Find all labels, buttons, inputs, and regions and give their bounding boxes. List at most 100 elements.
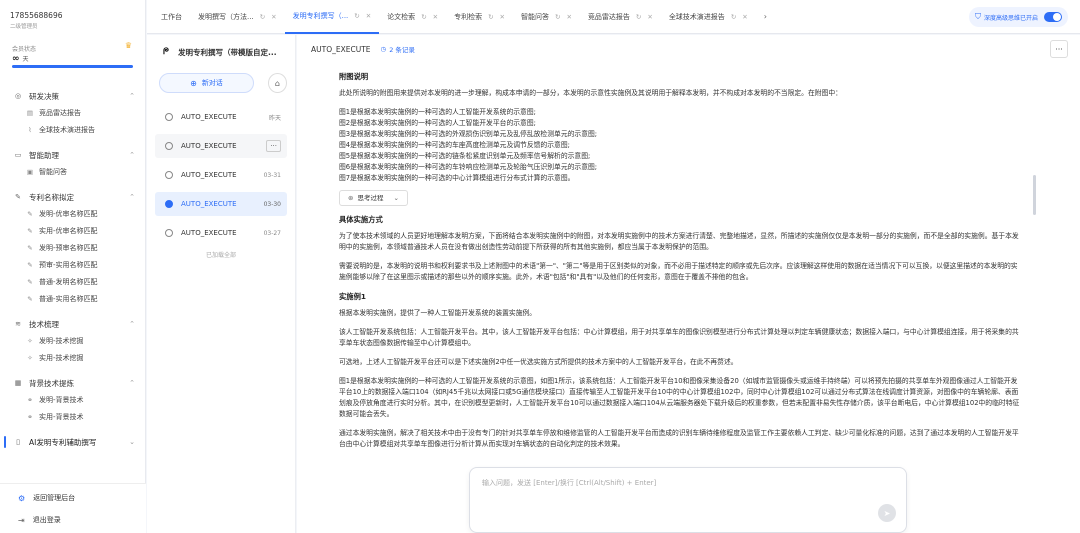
logout-icon: ⇥: [18, 515, 25, 525]
conversation-name: AUTO_EXECUTE: [181, 229, 237, 237]
nav-group-rd-decision[interactable]: ◎ 研发决策 ⌃: [0, 88, 145, 104]
sidebar-item-label: 发明-预审名称匹配: [39, 244, 98, 252]
nav-group-background[interactable]: ▦ 背景技术提炼 ⌃: [0, 375, 145, 391]
sidebar-item-label: 实用-优审名称匹配: [39, 227, 98, 235]
more-options-button[interactable]: ···: [1050, 40, 1068, 58]
tab-patent-search[interactable]: 专利检索 ↻ ✕: [446, 0, 513, 34]
conversation-name: AUTO_EXECUTE: [181, 200, 237, 208]
conversation-panel-title: 发明专利撰写（带模版自定...: [178, 47, 277, 57]
close-icon[interactable]: ✕: [366, 12, 371, 20]
doc-icon: ▤: [26, 109, 34, 117]
refresh-icon[interactable]: ↻: [421, 13, 426, 21]
close-icon[interactable]: ✕: [566, 13, 571, 21]
sidebar-item-tech-mining-invention[interactable]: ✧ 发明-技术挖掘: [0, 333, 145, 349]
sidebar-footer: ⚙ 返回管理后台 ⇥ 退出登录: [0, 483, 146, 533]
chat-input-placeholder[interactable]: 输入问题，发送 [Enter]/换行 [Ctrl(Alt/Shift) + En…: [482, 478, 656, 488]
conversation-item[interactable]: AUTO_EXECUTE 昨天: [155, 105, 287, 129]
conversation-name: AUTO_EXECUTE: [181, 142, 237, 150]
member-days-unit: 天: [22, 56, 29, 63]
close-icon[interactable]: ✕: [647, 13, 652, 21]
chevron-up-icon: ⌃: [129, 320, 135, 328]
member-progress-bar: [12, 65, 133, 68]
sidebar-item-naming-5[interactable]: ✎ 普通-发明名称匹配: [0, 274, 145, 290]
refresh-icon[interactable]: ↻: [488, 13, 493, 21]
sparkle-icon: ✧: [27, 354, 33, 362]
back-to-admin-label: 返回管理后台: [33, 494, 76, 502]
thinking-process-toggle[interactable]: ⊛ 思考过程 ⌄: [339, 190, 408, 206]
back-to-admin-button[interactable]: ⚙ 返回管理后台: [0, 488, 146, 508]
close-icon[interactable]: ✕: [500, 13, 505, 21]
refresh-icon[interactable]: ↻: [260, 13, 265, 21]
refresh-icon[interactable]: ↻: [636, 13, 641, 21]
brand-logo-icon: ᖘ: [163, 47, 169, 57]
chevron-right-icon[interactable]: ›: [756, 12, 775, 21]
sidebar-item-naming-6[interactable]: ✎ 普通-实用名称匹配: [0, 291, 145, 307]
chat-icon: ▭: [14, 151, 22, 159]
user-phone: 17855688696: [10, 11, 63, 20]
close-icon[interactable]: ✕: [433, 13, 438, 21]
logout-button[interactable]: ⇥ 退出登录: [0, 510, 146, 530]
tab-smart-qa[interactable]: 智能问答 ↻ ✕: [513, 0, 580, 34]
close-icon[interactable]: ✕: [742, 13, 747, 21]
sidebar-item-bg-invention[interactable]: ⚭ 发明-背景技术: [0, 392, 145, 408]
home-icon: ⌂: [274, 78, 280, 88]
nav-group-assistant[interactable]: ▭ 智能助理 ⌃: [0, 147, 145, 163]
conversation-item[interactable]: AUTO_EXECUTE 03-31: [155, 163, 287, 187]
tab-workbench[interactable]: 工作台: [147, 0, 190, 34]
shield-icon: ⛉: [974, 12, 981, 21]
toggle-switch[interactable]: [1044, 12, 1062, 22]
record-count-badge[interactable]: ◷ 2 条记录: [381, 44, 415, 54]
nav-group-tech-mining[interactable]: ≋ 技术梳理 ⌃: [0, 316, 145, 332]
tab-label: 论文检索: [387, 12, 416, 21]
section-heading: 实施例1: [339, 292, 366, 301]
tab-competitor-radar[interactable]: 竞品雷达报告 ↻ ✕: [580, 0, 661, 34]
tab-label: 工作台: [161, 12, 182, 21]
sidebar-item-bg-utility[interactable]: ⚭ 实用-背景技术: [0, 409, 145, 425]
gear-icon: ⚙: [18, 493, 26, 503]
new-chat-label: 新对话: [201, 79, 223, 87]
member-status: 会员状态 ♛ ∞ 天: [8, 40, 137, 68]
pen-icon: ✎: [15, 193, 21, 201]
sidebar-item-tech-mining-utility[interactable]: ✧ 实用-技术挖掘: [0, 350, 145, 366]
sidebar-item-global-tech[interactable]: ⌇ 全球技术演进报告: [0, 122, 145, 138]
clock-icon: ◷: [380, 45, 387, 53]
sparkle-icon: ✧: [27, 337, 33, 345]
sidebar-item-naming-1[interactable]: ✎ 发明-优审名称匹配: [0, 206, 145, 222]
close-icon[interactable]: ✕: [271, 13, 276, 21]
tab-paper-search[interactable]: 论文检索 ↻ ✕: [379, 0, 446, 34]
crown-icon: ♛: [124, 41, 132, 50]
deep-thinking-toggle[interactable]: ⛉ 深度高级思维已开启: [968, 7, 1068, 27]
sidebar-item-smart-qa[interactable]: ▣ 智能问答: [0, 164, 145, 180]
paragraph: 可选地，上述人工智能开发平台还可以是下述实施例2中任一优选实施方式所提供的技术方…: [339, 358, 738, 366]
sidebar-item-label: 发明-技术挖掘: [39, 337, 84, 345]
conversation-item-selected[interactable]: AUTO_EXECUTE 03-30: [155, 192, 287, 216]
nav-group-ai-writing[interactable]: ▯ AI发明专利辅助撰写 ⌄: [0, 434, 145, 450]
send-button[interactable]: ➤: [878, 504, 896, 522]
tab-invention-patent-writing[interactable]: 发明专利撰写（... ↻ ✕: [284, 0, 380, 34]
sidebar-item-naming-3[interactable]: ✎ 发明-预审名称匹配: [0, 240, 145, 256]
conversation-item[interactable]: AUTO_EXECUTE ···: [155, 134, 287, 158]
sidebar: 17855688696 二级管理员 会员状态 ♛ ∞ 天 ◎ 研发决策 ⌃ ▤ 竞品…: [0, 0, 146, 533]
conversation-item[interactable]: AUTO_EXECUTE 03-27: [155, 221, 287, 245]
scrollbar[interactable]: [1033, 175, 1036, 215]
sidebar-item-competitor-radar[interactable]: ▤ 竞品雷达报告: [0, 105, 145, 121]
more-options-icon[interactable]: ···: [266, 140, 281, 152]
tab-invention-method[interactable]: 发明撰写（方法... ↻ ✕: [190, 0, 285, 34]
new-chat-button[interactable]: ⊕ 新对话: [159, 73, 254, 93]
refresh-icon[interactable]: ↻: [555, 13, 560, 21]
edit-icon: ✎: [27, 227, 33, 235]
sidebar-item-naming-2[interactable]: ✎ 实用-优审名称匹配: [0, 223, 145, 239]
infinity-symbol: ∞: [12, 54, 20, 64]
nav-group-patent-naming[interactable]: ✎ 专利名称拟定 ⌃: [0, 189, 145, 205]
figure-line: 图3是根据本发明实施例的一种可选的外观损伤识别单元及乱停乱放检测单元的示意图;: [339, 130, 598, 138]
sidebar-item-label: 实用-技术挖掘: [39, 354, 84, 362]
chat-input-box[interactable]: 输入问题，发送 [Enter]/换行 [Ctrl(Alt/Shift) + En…: [469, 467, 907, 533]
refresh-icon[interactable]: ↻: [731, 13, 736, 21]
refresh-icon[interactable]: ↻: [354, 12, 359, 20]
tab-global-tech-report[interactable]: 全球技术演进报告 ↻ ✕: [661, 0, 756, 34]
home-button[interactable]: ⌂: [267, 73, 287, 93]
record-count: 2 条记录: [389, 46, 415, 54]
conversation-date: 昨天: [268, 114, 281, 122]
paragraph: 为了使本技术领域的人员更好地理解本发明方案，下面将结合本发明实施例中的附图，对本…: [339, 232, 1019, 251]
sidebar-item-naming-4[interactable]: ✎ 预审-实用名称匹配: [0, 257, 145, 273]
